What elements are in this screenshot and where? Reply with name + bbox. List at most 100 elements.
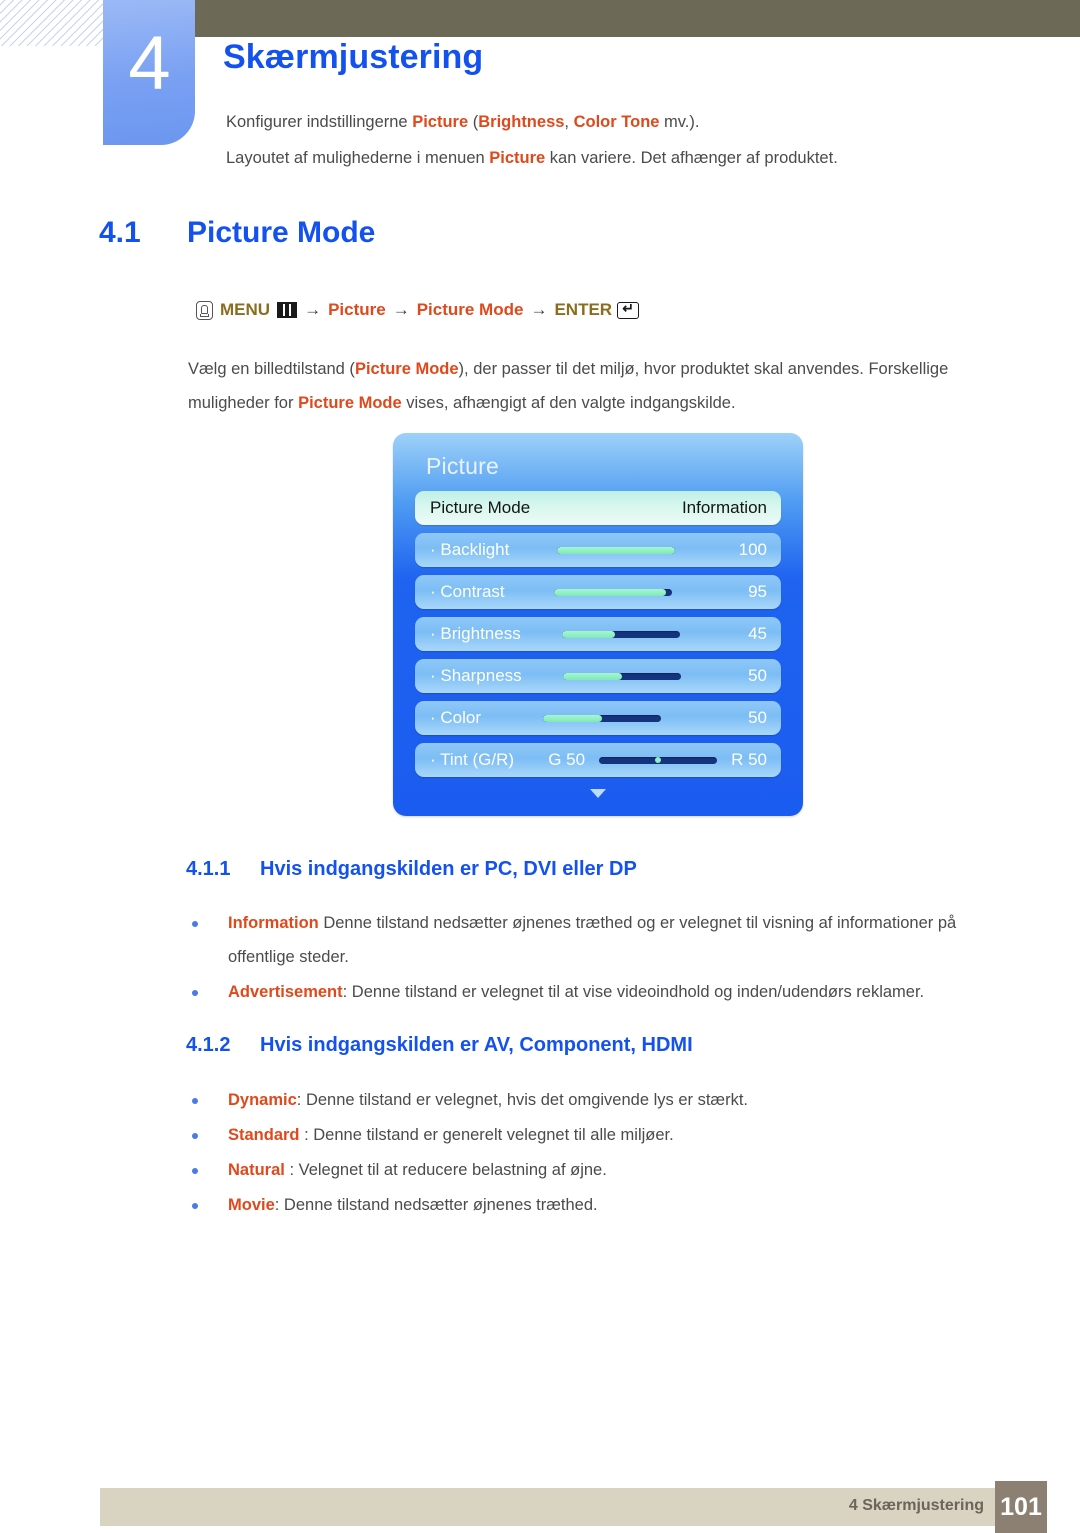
keyword-term: Natural xyxy=(228,1161,285,1179)
chapter-intro: Konfigurer indstillingerne Picture (Brig… xyxy=(226,104,1046,176)
osd-row-label: Picture Mode xyxy=(430,498,531,517)
text-run: Layoutet af mulighederne i menuen xyxy=(226,149,490,167)
chapter-number-block: 4 xyxy=(103,0,195,145)
keyword-term: Advertisement xyxy=(228,983,343,1001)
osd-row-label: · Tint (G/R) xyxy=(430,750,515,769)
menu-grid-icon xyxy=(277,302,298,318)
page-number-badge: 101 xyxy=(995,1481,1047,1533)
keyword-term: Brightness xyxy=(478,113,565,131)
osd-row-label: · Brightness xyxy=(430,624,521,643)
text-run: Konfigurer indstillingerne xyxy=(226,113,413,131)
osd-value-slider[interactable] xyxy=(554,588,673,596)
osd-row-label: · Contrast xyxy=(430,582,505,601)
osd-tint-green-value: G 50 xyxy=(548,750,586,769)
osd-tint-red-value: R 50 xyxy=(731,750,767,769)
chapter-intro-line: Konfigurer indstillingerne Picture (Brig… xyxy=(226,104,1046,140)
osd-row-value: Information xyxy=(681,498,767,517)
text-run: : Denne tilstand er generelt velegnet ti… xyxy=(299,1126,674,1144)
bullet-item: Natural : Velegnet til at reducere belas… xyxy=(186,1153,1012,1187)
chapter-title: Skærmjustering xyxy=(223,38,484,76)
path-arrow-icon: → xyxy=(304,300,322,319)
osd-row[interactable]: · Backlight 100 xyxy=(415,533,781,567)
osd-value-slider[interactable] xyxy=(562,630,681,638)
osd-slider-thumb xyxy=(655,757,662,763)
osd-tint-slider[interactable] xyxy=(599,756,718,764)
subsection-title: Hvis indgangskilden er PC, DVI eller DP xyxy=(260,858,637,880)
text-run: , xyxy=(564,113,574,131)
text-run: ( xyxy=(468,113,479,131)
osd-value-slider[interactable] xyxy=(562,672,681,680)
text-run: : Denne tilstand nedsætter øjnenes træth… xyxy=(274,1196,598,1214)
osd-row[interactable]: · Color 50 xyxy=(415,701,781,735)
path-arrow-icon: → xyxy=(392,300,410,319)
osd-value-slider[interactable] xyxy=(556,546,675,554)
header-olive-bar xyxy=(193,0,1080,37)
keyword-term: Picture xyxy=(412,113,469,131)
subsection-heading-412: 4.1.2 Hvis indgangskilden er AV, Componen… xyxy=(186,1034,693,1057)
hand-press-icon xyxy=(196,300,213,320)
corner-hatch-decoration xyxy=(0,0,104,46)
osd-picture-menu: Picture Picture Mode Information · Backlig… xyxy=(393,433,803,816)
osd-row-value: 45 xyxy=(748,624,767,643)
text-run: kan variere. Det afhænger af produktet. xyxy=(545,149,838,167)
chevron-down-icon[interactable] xyxy=(393,785,803,803)
osd-row-value: 100 xyxy=(738,540,767,559)
osd-row[interactable]: · Tint (G/R) G 50 R 50 xyxy=(415,743,781,777)
chapter-intro-line: Layoutet af mulighederne i menuen Pictur… xyxy=(226,140,1046,176)
osd-title: Picture xyxy=(426,453,499,479)
osd-row-label: · Sharpness xyxy=(430,666,522,685)
text-run: vises, afhængigt af den valgte indgangsk… xyxy=(401,394,736,412)
osd-row-value: 50 xyxy=(748,708,767,727)
menu-path-enter-label: ENTER xyxy=(554,300,613,319)
bullet-item: Information Denne tilstand nedsætter øjn… xyxy=(186,906,1012,974)
osd-row[interactable]: · Contrast 95 xyxy=(415,575,781,609)
menu-path-item-picture: Picture xyxy=(328,300,386,319)
keyword-term: Information xyxy=(228,914,319,932)
menu-path-menu-label: MENU xyxy=(220,300,271,319)
text-run: : Denne tilstand er velegnet til at vise… xyxy=(342,983,925,1001)
keyword-term: Movie xyxy=(228,1196,275,1214)
bullet-item: Advertisement: Denne tilstand er velegne… xyxy=(186,975,1012,1009)
keyword-term: Picture xyxy=(489,149,546,167)
osd-row-value: 95 xyxy=(748,582,767,601)
bullet-item: Movie: Denne tilstand nedsætter øjnenes … xyxy=(186,1188,1012,1222)
osd-slider-fill xyxy=(554,588,667,596)
section-body-paragraph: Vælg en billedtilstand (Picture Mode), d… xyxy=(188,352,1012,420)
keyword-term: Standard xyxy=(228,1126,300,1144)
osd-value-slider[interactable] xyxy=(542,714,661,722)
chapter-number: 4 xyxy=(128,21,170,106)
osd-slider-fill xyxy=(562,630,616,638)
footer-chapter-label: 4 Skærmjustering xyxy=(848,1497,984,1514)
menu-path-item-picture-mode: Picture Mode xyxy=(416,300,524,319)
subsection-heading-411: 4.1.1 Hvis indgangskilden er PC, DVI elle… xyxy=(186,858,637,881)
path-arrow-icon: → xyxy=(530,300,548,319)
text-run: Denne tilstand nedsætter øjnenes træthed… xyxy=(228,914,957,966)
text-run: mv.). xyxy=(659,113,700,131)
osd-row[interactable]: · Sharpness 50 xyxy=(415,659,781,693)
text-run: : Velegnet til at reducere belastning af… xyxy=(284,1161,607,1179)
bullet-item: Dynamic: Denne tilstand er velegnet, hvi… xyxy=(186,1083,1012,1117)
keyword-term: Picture Mode xyxy=(354,360,459,378)
osd-row-list: Picture Mode Information · Backlight 100 · C… xyxy=(393,491,803,777)
enter-key-icon: ↵ xyxy=(617,301,640,319)
keyword-term: Color Tone xyxy=(573,113,660,131)
osd-row[interactable]: Picture Mode Information xyxy=(415,491,781,525)
subsection-number: 4.1.2 xyxy=(186,1034,231,1056)
text-run: Vælg en billedtilstand ( xyxy=(188,360,355,378)
page-footer: 4 Skærmjustering 101 xyxy=(100,1481,1047,1533)
section-number: 4.1 xyxy=(99,216,141,249)
osd-row-value: 50 xyxy=(748,666,767,685)
osd-row[interactable]: · Brightness 45 xyxy=(415,617,781,651)
subsection-title: Hvis indgangskilden er AV, Component, HD… xyxy=(260,1034,693,1056)
osd-slider-fill xyxy=(556,546,675,554)
subsection-number: 4.1.1 xyxy=(186,858,231,880)
osd-row-label: · Backlight xyxy=(430,540,510,559)
subsection-412-bullet-list: Dynamic: Denne tilstand er velegnet, hvi… xyxy=(186,1083,1012,1223)
section-title: Picture Mode xyxy=(187,216,376,249)
section-heading: 4.1 Picture Mode xyxy=(99,216,375,250)
osd-row-label: · Color xyxy=(430,708,482,727)
subsection-411-bullet-list: Information Denne tilstand nedsætter øjn… xyxy=(186,906,1012,1010)
keyword-term: Picture Mode xyxy=(298,394,402,412)
osd-slider-fill xyxy=(542,714,602,722)
keyword-term: Dynamic xyxy=(228,1091,297,1109)
